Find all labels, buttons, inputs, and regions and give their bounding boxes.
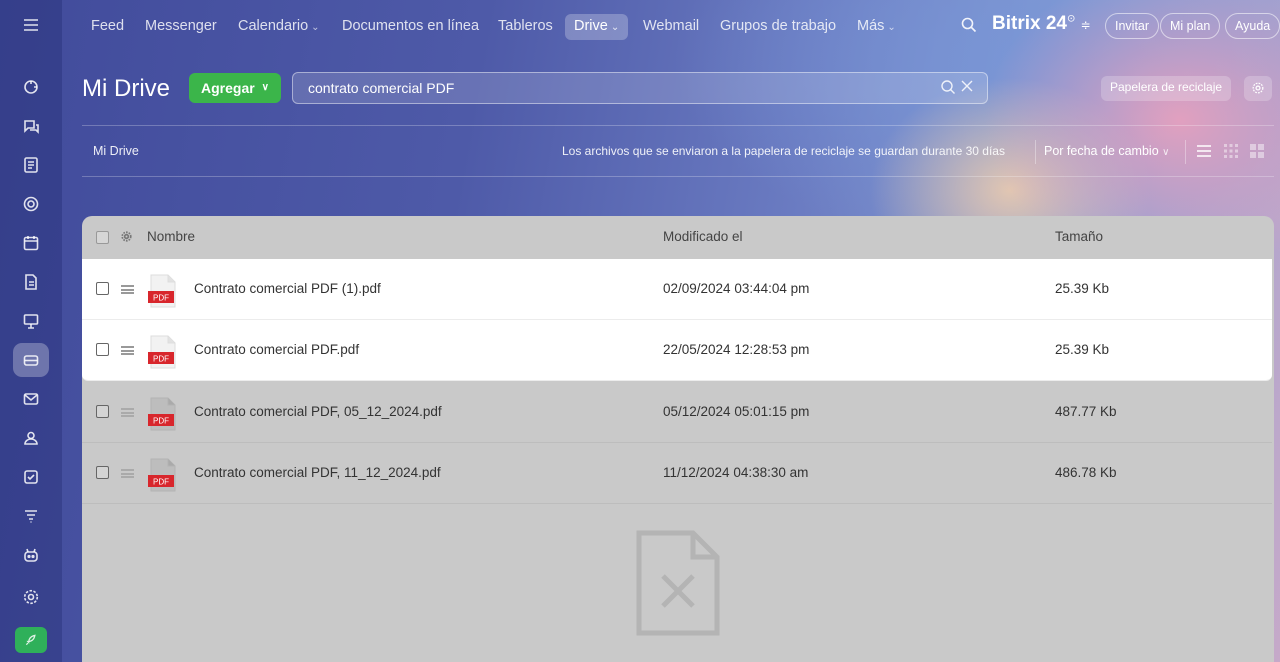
tasks-icon[interactable]: [13, 460, 49, 494]
news-icon[interactable]: [13, 148, 49, 182]
nav-drive[interactable]: Drive ⌄: [565, 14, 629, 40]
row-checkbox[interactable]: [96, 466, 109, 479]
table-row[interactable]: PDF Contrato comercial PDF, 11_12_2024.p…: [82, 443, 1272, 504]
my-plan-button[interactable]: Mi plan: [1160, 13, 1221, 39]
activity-icon[interactable]: [13, 70, 49, 104]
recycle-bin-button[interactable]: Papelera de reciclaje: [1101, 76, 1232, 101]
file-list-panel: Nombre Modificado el Tamaño PDF Contrato…: [82, 216, 1274, 662]
file-name[interactable]: Contrato comercial PDF, 05_12_2024.pdf: [194, 404, 442, 419]
table-row[interactable]: PDF Contrato comercial PDF.pdf 22/05/202…: [82, 320, 1272, 381]
file-size: 487.77 Kb: [1055, 404, 1117, 419]
column-modified[interactable]: Modificado el: [663, 229, 743, 244]
crm-icon[interactable]: [13, 187, 49, 221]
file-name[interactable]: Contrato comercial PDF (1).pdf: [194, 281, 381, 296]
search-icon[interactable]: [941, 80, 955, 94]
nav-webmail[interactable]: Webmail: [634, 14, 708, 40]
nav-boards[interactable]: Tableros: [489, 14, 562, 40]
column-settings-icon[interactable]: [120, 230, 133, 243]
table-row[interactable]: PDF Contrato comercial PDF, 05_12_2024.p…: [82, 382, 1272, 443]
left-sidebar: [0, 0, 62, 662]
file-name[interactable]: Contrato comercial PDF.pdf: [194, 342, 359, 357]
add-button[interactable]: Agregar ∨: [189, 73, 281, 103]
nav-calendar[interactable]: Calendario ⌄: [229, 14, 329, 40]
large-grid-view-icon[interactable]: [1249, 143, 1265, 159]
divider: [1185, 140, 1186, 164]
file-size: 25.39 Kb: [1055, 342, 1110, 357]
column-size[interactable]: Tamaño: [1055, 229, 1103, 244]
list-view-icon[interactable]: [1196, 143, 1212, 159]
menu-icon[interactable]: [13, 8, 49, 42]
column-name[interactable]: Nombre: [147, 229, 195, 244]
documents-icon[interactable]: [13, 265, 49, 299]
no-file-icon: [636, 530, 720, 636]
search-input[interactable]: [292, 72, 988, 104]
pdf-badge: PDF: [153, 294, 169, 303]
drive-icon[interactable]: [13, 343, 49, 377]
file-modified: 05/12/2024 05:01:15 pm: [663, 404, 810, 419]
row-menu-icon[interactable]: [121, 346, 134, 355]
chevron-down-icon: ⌄: [311, 22, 320, 33]
breadcrumb[interactable]: Mi Drive: [93, 144, 139, 158]
row-checkbox[interactable]: [96, 405, 109, 418]
select-all-checkbox[interactable]: [96, 231, 109, 244]
nav-feed[interactable]: Feed: [82, 14, 133, 40]
settings-icon[interactable]: [13, 580, 49, 614]
pdf-file-icon: PDF: [148, 335, 176, 369]
pdf-file-icon: PDF: [148, 458, 176, 492]
toolbar: Mi Drive Los archivos que se enviaron a …: [82, 125, 1274, 177]
row-menu-icon[interactable]: [121, 469, 134, 478]
recycle-bin-note: Los archivos que se enviaron a la papele…: [562, 144, 1005, 158]
file-modified: 22/05/2024 12:28:53 pm: [663, 342, 810, 357]
chevron-down-icon: ⌄: [887, 22, 896, 33]
sort-dropdown[interactable]: Por fecha de cambio ∨: [1044, 144, 1169, 158]
chevron-down-icon: ∨: [1162, 147, 1170, 158]
search-actions: [940, 79, 976, 99]
top-navigation: Feed Messenger Calendario ⌄ Documentos en…: [62, 0, 1280, 52]
row-checkbox[interactable]: [96, 343, 109, 356]
automation-icon[interactable]: [13, 499, 49, 533]
page-title: Mi Drive: [82, 75, 170, 102]
table-header: Nombre Modificado el Tamaño: [82, 216, 1274, 258]
help-button[interactable]: Ayuda: [1225, 13, 1280, 39]
file-name[interactable]: Contrato comercial PDF, 11_12_2024.pdf: [194, 465, 441, 480]
rocket-icon[interactable]: [15, 627, 47, 653]
table-row[interactable]: PDF Contrato comercial PDF (1).pdf 02/09…: [82, 259, 1272, 320]
nav-workgroups[interactable]: Grupos de trabajo: [711, 14, 845, 40]
divider: [1035, 140, 1036, 164]
mail-icon[interactable]: [13, 382, 49, 416]
groups-icon[interactable]: [13, 421, 49, 455]
file-modified: 02/09/2024 03:44:04 pm: [663, 281, 810, 296]
chat-icon[interactable]: [13, 109, 49, 143]
row-menu-icon[interactable]: [121, 408, 134, 417]
chevron-down-icon: ∨: [261, 82, 269, 93]
small-grid-view-icon[interactable]: [1223, 143, 1239, 159]
close-icon[interactable]: [961, 80, 973, 92]
gear-icon[interactable]: [1244, 76, 1272, 101]
clock-icon: ⊙: [1066, 13, 1076, 25]
pdf-file-icon: PDF: [148, 397, 176, 431]
pdf-badge: PDF: [153, 417, 169, 426]
nav-messenger[interactable]: Messenger: [136, 14, 226, 40]
copilot-icon[interactable]: [13, 538, 49, 572]
calendar-icon[interactable]: [13, 226, 49, 260]
brand-logo: Bitrix 24⊙ ≑: [992, 13, 1091, 34]
file-size: 486.78 Kb: [1055, 465, 1117, 480]
pdf-file-icon: PDF: [148, 274, 176, 308]
pdf-badge: PDF: [153, 478, 169, 487]
search-icon[interactable]: [960, 16, 978, 34]
toggle-icon: ≑: [1080, 18, 1091, 32]
file-size: 25.39 Kb: [1055, 281, 1110, 296]
nav-online-documents[interactable]: Documentos en línea: [333, 14, 488, 40]
file-modified: 11/12/2024 04:38:30 am: [663, 465, 809, 480]
nav-more[interactable]: Más ⌄: [848, 14, 905, 40]
row-checkbox[interactable]: [96, 282, 109, 295]
pdf-badge: PDF: [153, 355, 169, 364]
chevron-down-icon: ⌄: [610, 22, 620, 33]
invite-button[interactable]: Invitar: [1105, 13, 1160, 39]
row-menu-icon[interactable]: [121, 285, 134, 294]
boards-icon[interactable]: [13, 304, 49, 338]
